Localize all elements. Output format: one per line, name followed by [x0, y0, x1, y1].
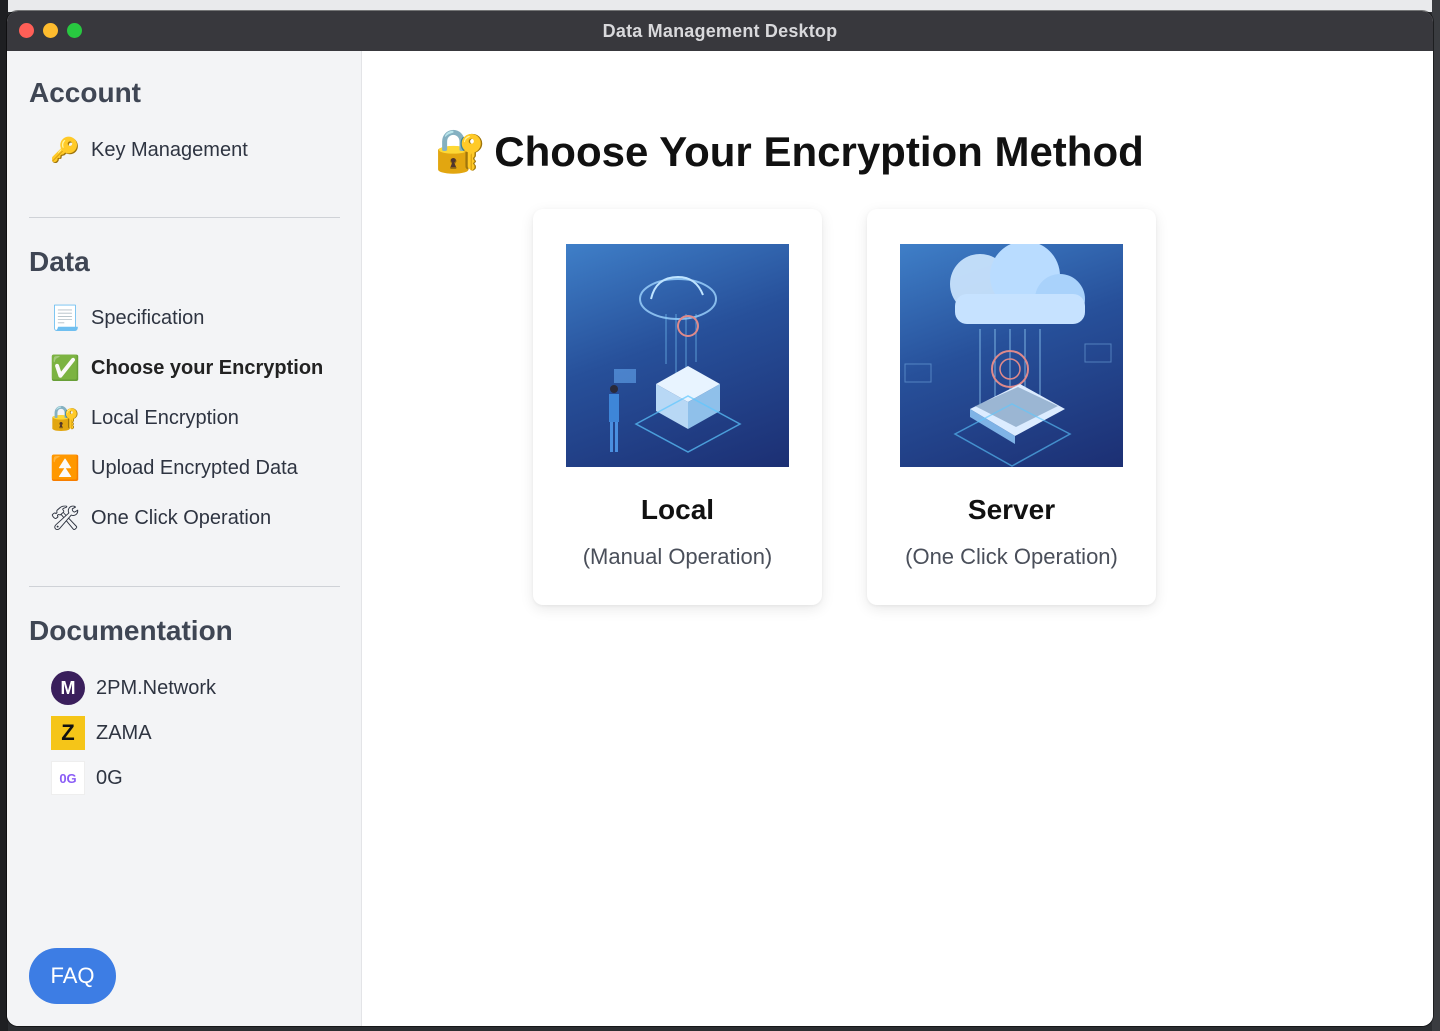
card-title: Local	[640, 494, 715, 525]
key-icon: 🔑	[50, 136, 80, 164]
check-icon: ✅	[50, 354, 80, 382]
scroll-icon: 📃	[50, 304, 80, 332]
sidebar: Account 🔑 Key Management Data 📃 Specific…	[7, 51, 362, 1026]
section-title-data: Data	[29, 246, 90, 277]
server-illustration-graphic	[904, 244, 1112, 467]
card-subtitle: (Manual Operation)	[582, 544, 773, 569]
window-controls	[19, 23, 82, 38]
doc-link-2pm-network[interactable]: M 2PM.Network	[51, 671, 216, 705]
doc-link-0g[interactable]: 0G 0G	[51, 761, 123, 795]
window-title: Data Management Desktop	[602, 20, 838, 41]
sidebar-item-one-click-operation[interactable]: 🛠 One Click Operation	[49, 504, 272, 532]
sidebar-item-label: Local Encryption	[91, 406, 239, 429]
server-illustration	[900, 244, 1123, 467]
faq-button[interactable]: FAQ	[29, 948, 116, 1004]
local-illustration-graphic	[609, 275, 742, 453]
maximize-window-button[interactable]	[67, 23, 82, 38]
upload-icon: ⏫	[50, 454, 80, 482]
minimize-window-button[interactable]	[43, 23, 58, 38]
page-title-text: Choose Your Encryption Method	[494, 127, 1144, 175]
doc-link-label: 0G	[96, 766, 123, 789]
sidebar-item-specification[interactable]: 📃 Specification	[50, 304, 205, 332]
desktop-background-right	[1432, 0, 1440, 1031]
server-option-card[interactable]: Server (One Click Operation)	[867, 209, 1156, 605]
sidebar-item-local-encryption[interactable]: 🔐 Local Encryption	[50, 404, 239, 432]
2pm-logo-icon: M	[51, 671, 85, 705]
card-subtitle: (One Click Operation)	[905, 544, 1118, 569]
sidebar-item-label: Choose your Encryption	[91, 356, 324, 379]
doc-link-label: ZAMA	[96, 721, 152, 744]
sidebar-item-key-management[interactable]: 🔑 Key Management	[50, 136, 248, 164]
sidebar-divider	[29, 217, 340, 218]
section-title-account: Account	[29, 77, 141, 108]
section-title-documentation: Documentation	[29, 615, 233, 646]
local-option-card[interactable]: Local (Manual Operation)	[533, 209, 822, 605]
main-content: 🔐 Choose Your Encryption Method Local (M…	[362, 51, 1433, 1026]
lock-key-icon: 🔐	[434, 127, 487, 174]
card-title: Server	[967, 494, 1056, 525]
sidebar-item-label: Key Management	[91, 138, 248, 161]
doc-link-label: 2PM.Network	[96, 676, 217, 699]
sidebar-item-label: One Click Operation	[91, 506, 272, 529]
lock-key-icon: 🔐	[50, 404, 80, 432]
page-title: 🔐 Choose Your Encryption Method	[434, 127, 1144, 176]
sidebar-item-upload-encrypted-data[interactable]: ⏫ Upload Encrypted Data	[50, 454, 298, 482]
tools-icon: 🛠	[49, 504, 81, 532]
sidebar-item-choose-encryption[interactable]: ✅ Choose your Encryption	[50, 354, 324, 382]
doc-link-zama[interactable]: Z ZAMA	[51, 716, 152, 750]
app-window: Data Management Desktop Account 🔑 Key Ma…	[7, 11, 1433, 1026]
local-illustration	[566, 244, 789, 467]
sidebar-item-label: Upload Encrypted Data	[91, 456, 298, 479]
app-body: Account 🔑 Key Management Data 📃 Specific…	[7, 51, 1433, 1026]
0g-logo-icon: 0G	[51, 761, 85, 795]
close-window-button[interactable]	[19, 23, 34, 38]
sidebar-item-label: Specification	[91, 306, 205, 329]
sidebar-divider	[29, 586, 340, 587]
zama-logo-icon: Z	[51, 716, 85, 750]
title-bar: Data Management Desktop	[7, 11, 1433, 51]
